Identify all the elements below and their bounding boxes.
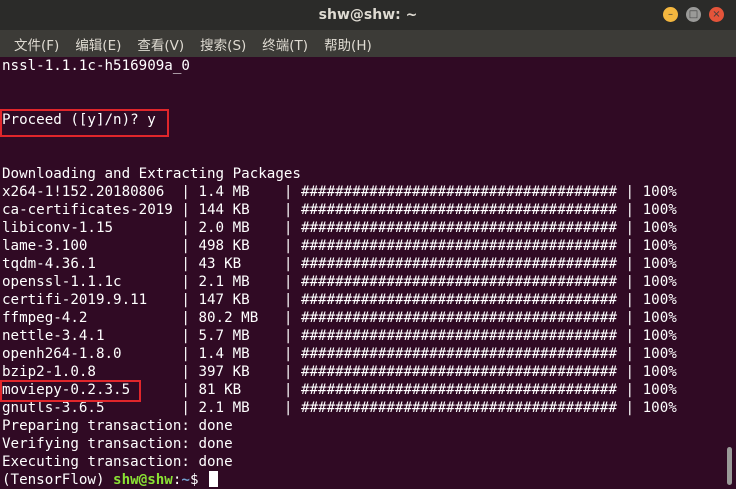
package-row: openh264-1.8.0 | 1.4 MB | ##############… (2, 346, 677, 362)
package-row: tqdm-4.36.1 | 43 KB | ##################… (2, 256, 677, 272)
menu-bar: 文件(F) 编辑(E) 查看(V) 搜索(S) 终端(T) 帮助(H) (0, 30, 736, 57)
window-controls: – □ × (663, 7, 724, 22)
title-bar[interactable]: shw@shw: ~ – □ × (0, 0, 736, 30)
window-title: shw@shw: ~ (318, 7, 418, 23)
package-row: lame-3.100 | 498 KB | ##################… (2, 238, 677, 254)
prompt-line[interactable]: (TensorFlow) shw@shw:~$ (2, 471, 219, 489)
prompt-symbol: $ (189, 472, 208, 488)
menu-help[interactable]: 帮助(H) (316, 34, 380, 54)
terminal-output[interactable]: nssl-1.1.1c-h516909a_0 Proceed ([y]/n)? … (0, 57, 724, 489)
highlight-box-proceed (0, 109, 169, 137)
package-row: certifi-2019.9.11 | 147 KB | ###########… (2, 292, 677, 308)
package-row: x264-1!152.20180806 | 1.4 MB | #########… (2, 184, 677, 200)
menu-file[interactable]: 文件(F) (6, 34, 67, 54)
menu-edit[interactable]: 编辑(E) (67, 34, 129, 54)
package-row: libiconv-1.15 | 2.0 MB | ###############… (2, 220, 677, 236)
scrollbar-thumb[interactable] (727, 447, 732, 485)
terminal-line: Downloading and Extracting Packages (2, 166, 301, 182)
package-row: ffmpeg-4.2 | 80.2 MB | #################… (2, 310, 677, 326)
scrollbar[interactable] (724, 57, 736, 489)
maximize-button[interactable]: □ (686, 7, 701, 22)
package-row: nettle-3.4.1 | 5.7 MB | ################… (2, 328, 677, 344)
text-cursor (209, 471, 219, 487)
close-button[interactable]: × (709, 7, 724, 22)
package-row: ca-certificates-2019 | 144 KB | ########… (2, 202, 677, 218)
menu-view[interactable]: 查看(V) (129, 34, 192, 54)
prompt-user: shw@shw (113, 472, 173, 488)
terminal-window: shw@shw: ~ – □ × 文件(F) 编辑(E) 查看(V) 搜索(S)… (0, 0, 736, 489)
prompt-env: (TensorFlow) (2, 472, 114, 488)
prompt-path: ~ (181, 472, 190, 488)
package-row: bzip2-1.0.8 | 397 KB | #################… (2, 364, 677, 380)
minimize-button[interactable]: – (663, 7, 678, 22)
package-row: openssl-1.1.1c | 2.1 MB | ##############… (2, 274, 677, 290)
highlight-box-moviepy (0, 380, 141, 402)
terminal-line: Executing transaction: done (2, 454, 233, 470)
menu-search[interactable]: 搜索(S) (192, 34, 254, 54)
terminal-line: Preparing transaction: done (2, 418, 233, 434)
terminal-line: Verifying transaction: done (2, 436, 233, 452)
menu-terminal[interactable]: 终端(T) (254, 34, 316, 54)
terminal-line: nssl-1.1.1c-h516909a_0 (2, 58, 190, 74)
